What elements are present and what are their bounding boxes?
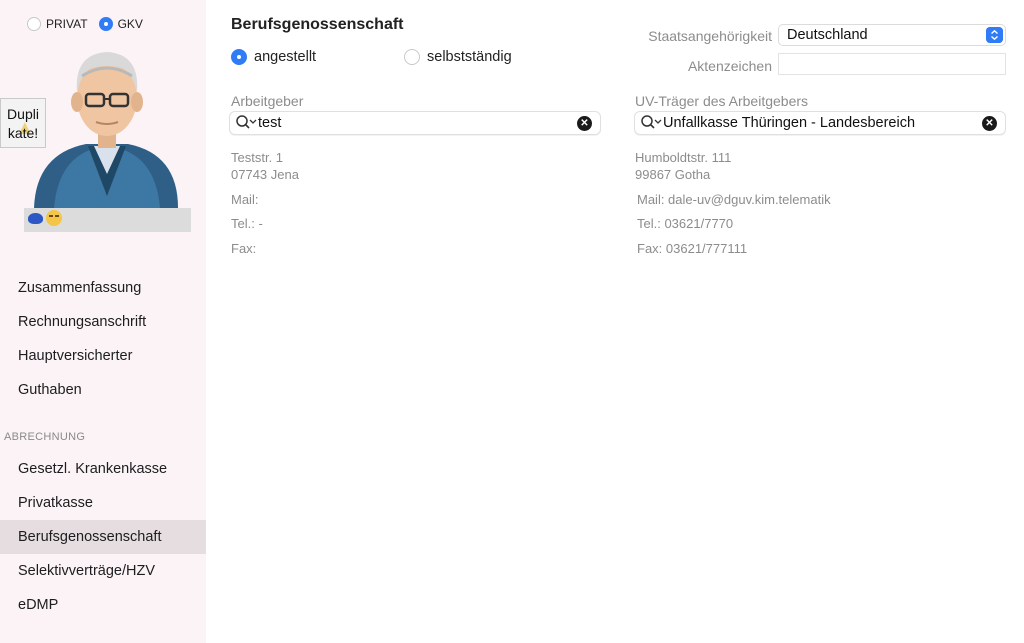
radio-selbststaendig-label[interactable]: selbstständig: [427, 49, 512, 65]
search-icon: [236, 115, 257, 129]
nationality-label: Staatsangehörigkeit: [648, 28, 772, 44]
page-title: Berufsgenossenschaft: [231, 16, 404, 33]
uv-carrier-mail: Mail: dale-uv@dguv.kim.telematik: [637, 192, 831, 207]
employer-city: 07743 Jena: [231, 167, 299, 182]
mood-face-icon: [46, 210, 62, 226]
nationality-select[interactable]: Deutschland: [778, 24, 1006, 46]
uv-carrier-search-field[interactable]: Unfallkasse Thüringen - Landesbereich ✕: [634, 111, 1006, 135]
file-number-field[interactable]: [778, 53, 1006, 75]
sidebar-item-privatkasse[interactable]: Privatkasse: [0, 486, 206, 520]
employer-search-field[interactable]: test ✕: [229, 111, 601, 135]
sidebar-item-hauptversicherter[interactable]: Hauptversicherter: [0, 339, 206, 373]
clear-icon[interactable]: ✕: [577, 115, 592, 131]
radio-selbststaendig-group[interactable]: selbstständig: [404, 49, 512, 65]
section-header-abrechnung: ABRECHNUNG: [4, 431, 86, 443]
employer-label: Arbeitgeber: [231, 93, 304, 109]
radio-gkv[interactable]: [98, 17, 113, 31]
radio-privat-label[interactable]: PRIVAT: [46, 17, 88, 31]
file-number-label: Aktenzeichen: [687, 58, 772, 74]
sidebar-item-zusammenfassung[interactable]: Zusammenfassung: [0, 271, 206, 305]
radio-gkv-label[interactable]: GKV: [118, 17, 143, 31]
sidebar-nav-billing: Gesetzl. Krankenkasse Privatkasse Berufs…: [0, 452, 206, 622]
employer-mail: Mail:: [231, 192, 259, 207]
sidebar-item-rechnungsanschrift[interactable]: Rechnungsanschrift: [0, 305, 206, 339]
radio-privat[interactable]: [27, 17, 41, 31]
radio-angestellt-group[interactable]: angestellt: [231, 49, 316, 65]
sidebar-nav-top: Zusammenfassung Rechnungsanschrift Haupt…: [0, 271, 206, 407]
patient-status-strip: [24, 208, 191, 232]
uv-carrier-tel: Tel.: 03621/7770: [637, 216, 734, 231]
insurance-type-selector: PRIVAT GKV: [27, 17, 154, 31]
sidebar-item-berufsgenossenschaft[interactable]: Berufsgenossenschaft: [0, 520, 206, 554]
sidebar-item-guthaben[interactable]: Guthaben: [0, 373, 206, 407]
radio-angestellt-label[interactable]: angestellt: [254, 49, 316, 65]
clear-icon[interactable]: ✕: [982, 115, 997, 131]
uv-carrier-street: Humboldtstr. 111: [635, 150, 732, 165]
sidebar: PRIVAT GKV ▲ Dupli kate! Zusammenfassung…: [0, 0, 206, 643]
uv-carrier-search-value[interactable]: Unfallkasse Thüringen - Landesbereich: [663, 115, 982, 131]
patient-avatar[interactable]: [24, 46, 190, 232]
uv-carrier-label: UV-Träger des Arbeitgebers: [635, 93, 809, 109]
duplicate-warning-badge[interactable]: ▲ Dupli kate!: [0, 98, 46, 148]
uv-carrier-fax: Fax: 03621/777111: [637, 241, 748, 256]
sidebar-item-gesetzl-krankenkasse[interactable]: Gesetzl. Krankenkasse: [0, 452, 206, 486]
employer-search-value[interactable]: test: [258, 115, 577, 131]
sidebar-item-edmp[interactable]: eDMP: [0, 588, 206, 622]
radio-selbststaendig[interactable]: [404, 49, 420, 65]
main-panel: Berufsgenossenschaft angestellt selbstst…: [206, 0, 1024, 643]
nationality-value: Deutschland: [787, 27, 868, 43]
uv-carrier-city: 99867 Gotha: [635, 167, 711, 182]
sidebar-item-selektivvertraege[interactable]: Selektivverträge/HZV: [0, 554, 206, 588]
employer-street: Teststr. 1: [231, 150, 284, 165]
popup-stepper-icon: [986, 27, 1003, 43]
search-icon: [641, 115, 662, 129]
insurance-status-icon: [28, 213, 43, 224]
radio-angestellt[interactable]: [231, 49, 247, 65]
employer-fax: Fax:: [231, 241, 257, 256]
employer-tel: Tel.: -: [231, 216, 263, 231]
